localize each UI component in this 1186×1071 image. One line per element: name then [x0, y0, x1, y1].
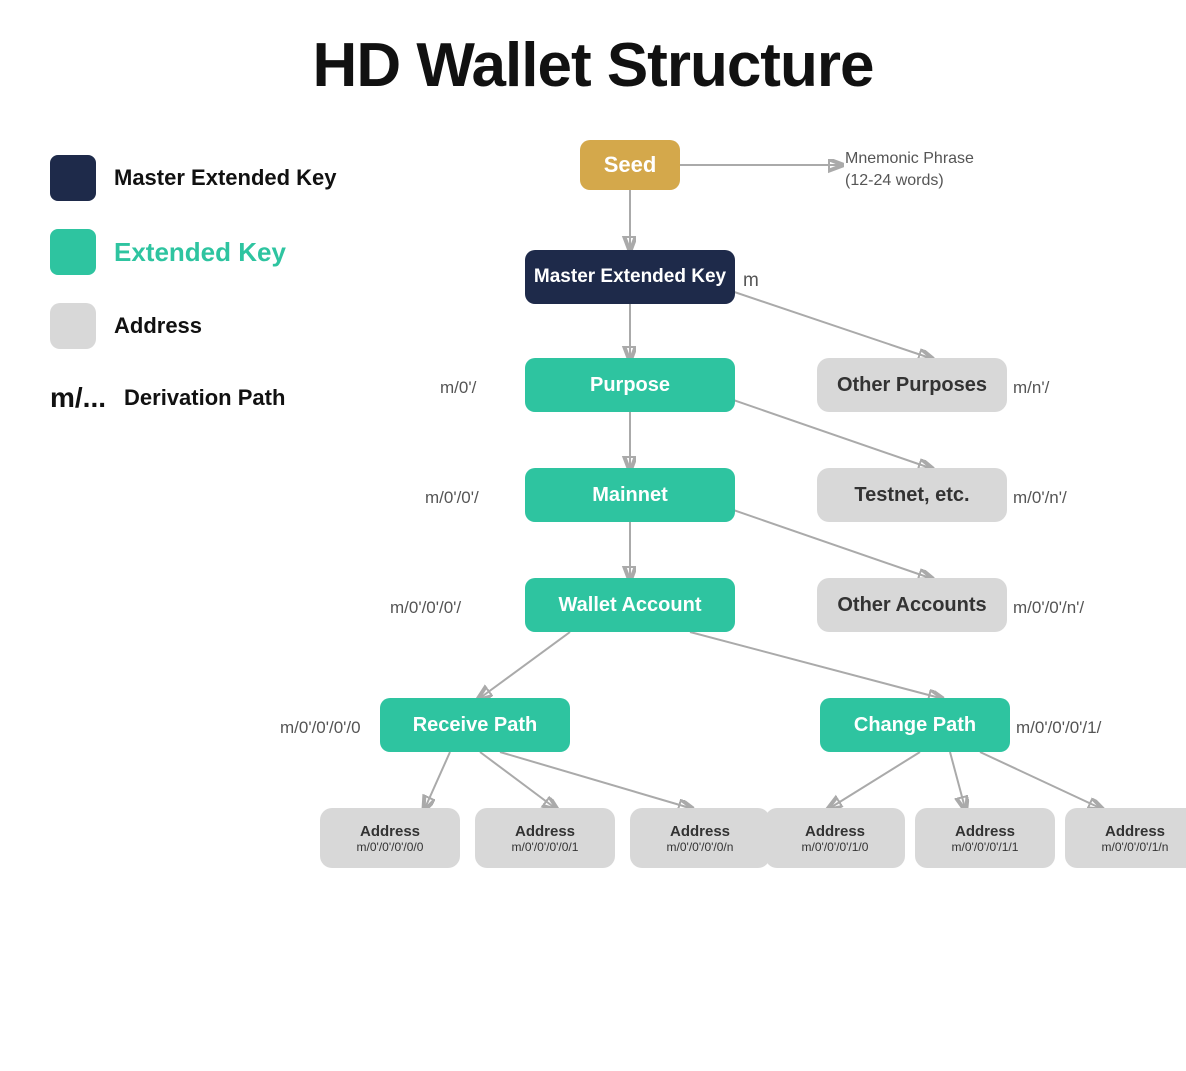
legend-label-address: Address [114, 313, 202, 339]
change-path-label: m/0'/0'/0'/1/ [1016, 718, 1101, 738]
mnemonic-text: Mnemonic Phrase(12-24 words) [845, 150, 974, 189]
purpose-node: Purpose [525, 358, 735, 412]
legend-address: Address [50, 303, 337, 349]
addr5-line2: m/0'/0'/0'/1/n [1102, 840, 1169, 854]
legend-box-master [50, 155, 96, 201]
mnemonic-label: Mnemonic Phrase(12-24 words) [845, 148, 974, 193]
master-path-label: m [743, 270, 759, 292]
addr2-line1: Address [670, 823, 730, 840]
addr4-line1: Address [955, 823, 1015, 840]
legend-label-derivation: Derivation Path [124, 385, 285, 411]
address-node-0: Address m/0'/0'/0'/0/0 [320, 808, 460, 868]
legend: Master Extended Key Extended Key Address… [50, 155, 337, 414]
other-purposes-node: Other Purposes [817, 358, 1007, 412]
legend-box-address [50, 303, 96, 349]
other-accounts-path-label: m/0'/0'/n'/ [1013, 598, 1084, 618]
other-purposes-path-label: m/n'/ [1013, 378, 1049, 398]
mainnet-path-label: m/0'/0'/ [425, 488, 479, 508]
addr1-line1: Address [515, 823, 575, 840]
seed-node: Seed [580, 140, 680, 190]
addr3-line1: Address [805, 823, 865, 840]
addr1-line2: m/0'/0'/0'/0/1 [512, 840, 579, 854]
page: HD Wallet Structure Master Extended Key … [0, 0, 1186, 1071]
address-node-2: Address m/0'/0'/0'/0/n [630, 808, 770, 868]
address-node-3: Address m/0'/0'/0'/1/0 [765, 808, 905, 868]
page-title: HD Wallet Structure [0, 30, 1186, 101]
addr3-line2: m/0'/0'/0'/1/0 [802, 840, 869, 854]
address-node-5: Address m/0'/0'/0'/1/n [1065, 808, 1186, 868]
legend-extended: Extended Key [50, 229, 337, 275]
other-accounts-node: Other Accounts [817, 578, 1007, 632]
address-node-4: Address m/0'/0'/0'/1/1 [915, 808, 1055, 868]
addr0-line1: Address [360, 823, 420, 840]
testnet-path-label: m/0'/n'/ [1013, 488, 1067, 508]
receive-path-node: Receive Path [380, 698, 570, 752]
address-node-1: Address m/0'/0'/0'/0/1 [475, 808, 615, 868]
legend-derivation: m/... Derivation Path [50, 382, 337, 414]
wallet-account-path-label: m/0'/0'/0'/ [390, 598, 461, 618]
purpose-path-label: m/0'/ [440, 378, 476, 398]
addr0-line2: m/0'/0'/0'/0/0 [357, 840, 424, 854]
legend-box-extended [50, 229, 96, 275]
legend-master: Master Extended Key [50, 155, 337, 201]
addr5-line1: Address [1105, 823, 1165, 840]
master-node: Master Extended Key [525, 250, 735, 304]
receive-path-label: m/0'/0'/0'/0 [280, 718, 361, 738]
change-path-node: Change Path [820, 698, 1010, 752]
wallet-account-node: Wallet Account [525, 578, 735, 632]
testnet-node: Testnet, etc. [817, 468, 1007, 522]
addr2-line2: m/0'/0'/0'/0/n [667, 840, 734, 854]
addr4-line2: m/0'/0'/0'/1/1 [952, 840, 1019, 854]
legend-label-master: Master Extended Key [114, 165, 337, 191]
legend-path-prefix: m/... [50, 382, 106, 414]
legend-label-extended: Extended Key [114, 237, 286, 268]
mainnet-node: Mainnet [525, 468, 735, 522]
